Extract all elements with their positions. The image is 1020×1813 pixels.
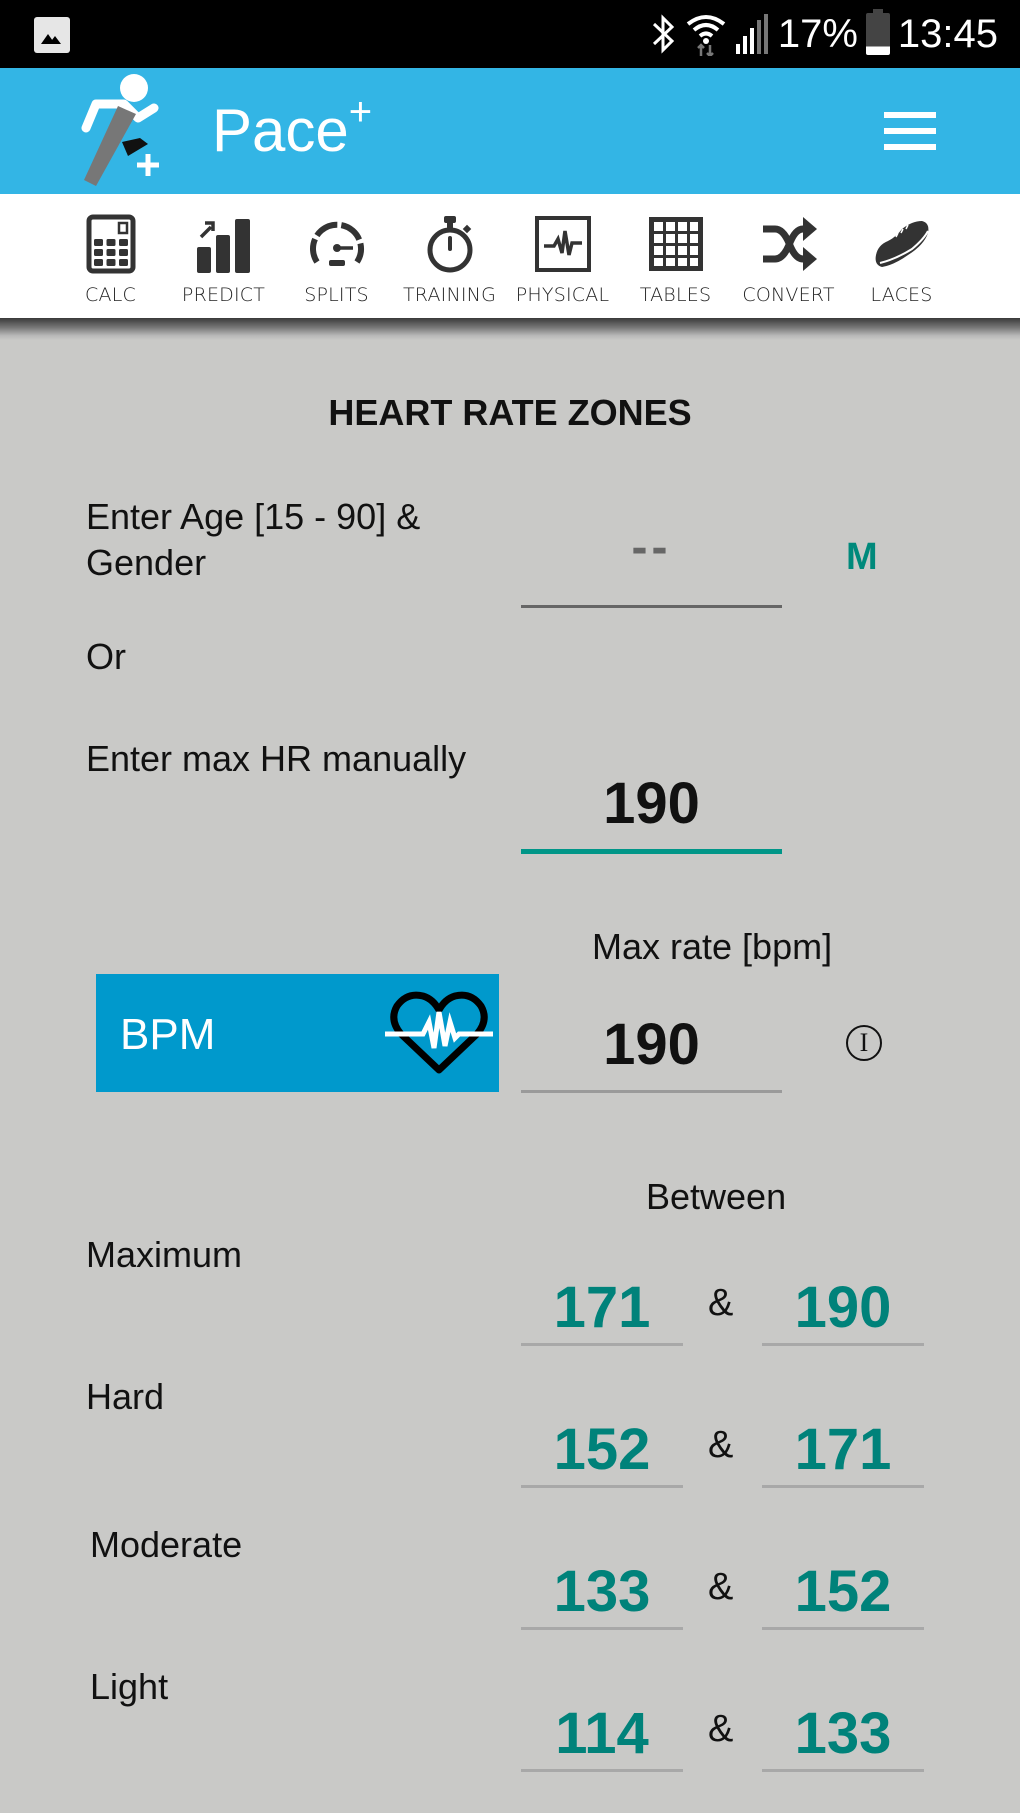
manual-hr-value: 190 (603, 771, 700, 836)
battery-icon (865, 9, 890, 55)
running-shoe-icon (875, 221, 929, 267)
zone-separator: & (708, 1566, 734, 1608)
age-placeholder: -- (631, 521, 672, 574)
age-label-line2: Gender (86, 542, 207, 583)
bpm-button-label: BPM (120, 1010, 216, 1059)
speedometer-icon (309, 221, 364, 266)
max-rate-label: Max rate [bpm] (592, 926, 833, 967)
runner-logo-icon (81, 74, 159, 186)
status-bar: 17% 13:45 (0, 0, 1020, 68)
heart-pulse-icon (385, 991, 493, 1074)
max-rate-field: 190 (521, 1000, 782, 1093)
max-rate-value: 190 (603, 1012, 700, 1077)
calculator-icon (86, 214, 135, 274)
heartbeat-monitor-icon (534, 216, 591, 272)
zone-name: Maximum (86, 1234, 243, 1275)
zone-name: Light (90, 1666, 169, 1707)
gallery-icon (34, 17, 70, 53)
tool-label: PREDICT (181, 284, 266, 306)
manual-hr-input[interactable]: 190 (521, 762, 782, 854)
tool-label: SPLITS (304, 284, 369, 306)
tool-label: PHYSICAL (515, 284, 610, 306)
page-title: HEART RATE ZONES (328, 392, 692, 433)
hamburger-menu-icon[interactable] (884, 112, 936, 150)
zone-high-value: 133 (762, 1702, 924, 1772)
zone-high-value: 190 (762, 1276, 924, 1346)
zone-high-value: 152 (762, 1560, 924, 1630)
bpm-button[interactable]: BPM (96, 974, 499, 1092)
age-label: Enter Age [15 - 90] & Gender (86, 494, 420, 586)
tool-convert[interactable]: CONVERT (732, 194, 845, 318)
tool-laces[interactable]: LACES (845, 194, 958, 318)
signal-icon (735, 14, 768, 54)
tool-predict[interactable]: PREDICT (167, 194, 280, 318)
tool-label: TRAINING (403, 284, 496, 306)
gender-toggle[interactable]: M (846, 536, 878, 579)
age-input[interactable]: -- (521, 520, 782, 608)
tool-calc[interactable]: CALC (54, 194, 167, 318)
tool-tables[interactable]: TABLES (619, 194, 732, 318)
app-title-text: Pace (212, 97, 349, 164)
tool-navigation: CALC PREDICT SPLITS TRAINING PHYSICAL TA… (0, 194, 1020, 318)
zone-name: Hard (86, 1376, 165, 1417)
wifi-icon (686, 15, 726, 56)
manual-hr-label: Enter max HR manually (86, 738, 467, 779)
tool-training[interactable]: TRAINING (393, 194, 506, 318)
zone-low-value: 114 (521, 1702, 683, 1772)
tool-physical[interactable]: PHYSICAL (506, 194, 619, 318)
or-label: Or (86, 636, 126, 677)
tool-label: LACES (870, 284, 933, 306)
zone-high-value: 171 (762, 1418, 924, 1488)
info-icon[interactable]: I (846, 1025, 882, 1061)
shuffle-icon (762, 217, 817, 271)
tool-splits[interactable]: SPLITS (280, 194, 393, 318)
clock: 13:45 (897, 11, 998, 56)
zone-low-value: 171 (521, 1276, 683, 1346)
zone-separator: & (708, 1282, 734, 1324)
age-label-line1: Enter Age [15 - 90] & (86, 496, 421, 537)
bar-chart-trend-icon (196, 219, 250, 273)
tool-label: TABLES (639, 284, 712, 306)
zone-separator: & (708, 1424, 734, 1466)
grid-table-icon (648, 217, 703, 271)
zone-low-value: 133 (521, 1560, 683, 1630)
battery-percent: 17% (777, 11, 858, 56)
zone-separator: & (708, 1708, 734, 1750)
tool-label: CONVERT (742, 284, 835, 306)
app-title-plus: + (348, 90, 373, 134)
zone-name: Moderate (90, 1524, 243, 1565)
app-bar: Pace+ (0, 68, 1020, 194)
tool-label: CALC (85, 284, 136, 306)
app-title: Pace+ (212, 90, 372, 165)
between-label: Between (646, 1176, 787, 1217)
stopwatch-icon (427, 216, 472, 273)
toolbar-shadow (0, 318, 1020, 340)
zone-low-value: 152 (521, 1418, 683, 1488)
bluetooth-icon (652, 14, 674, 54)
